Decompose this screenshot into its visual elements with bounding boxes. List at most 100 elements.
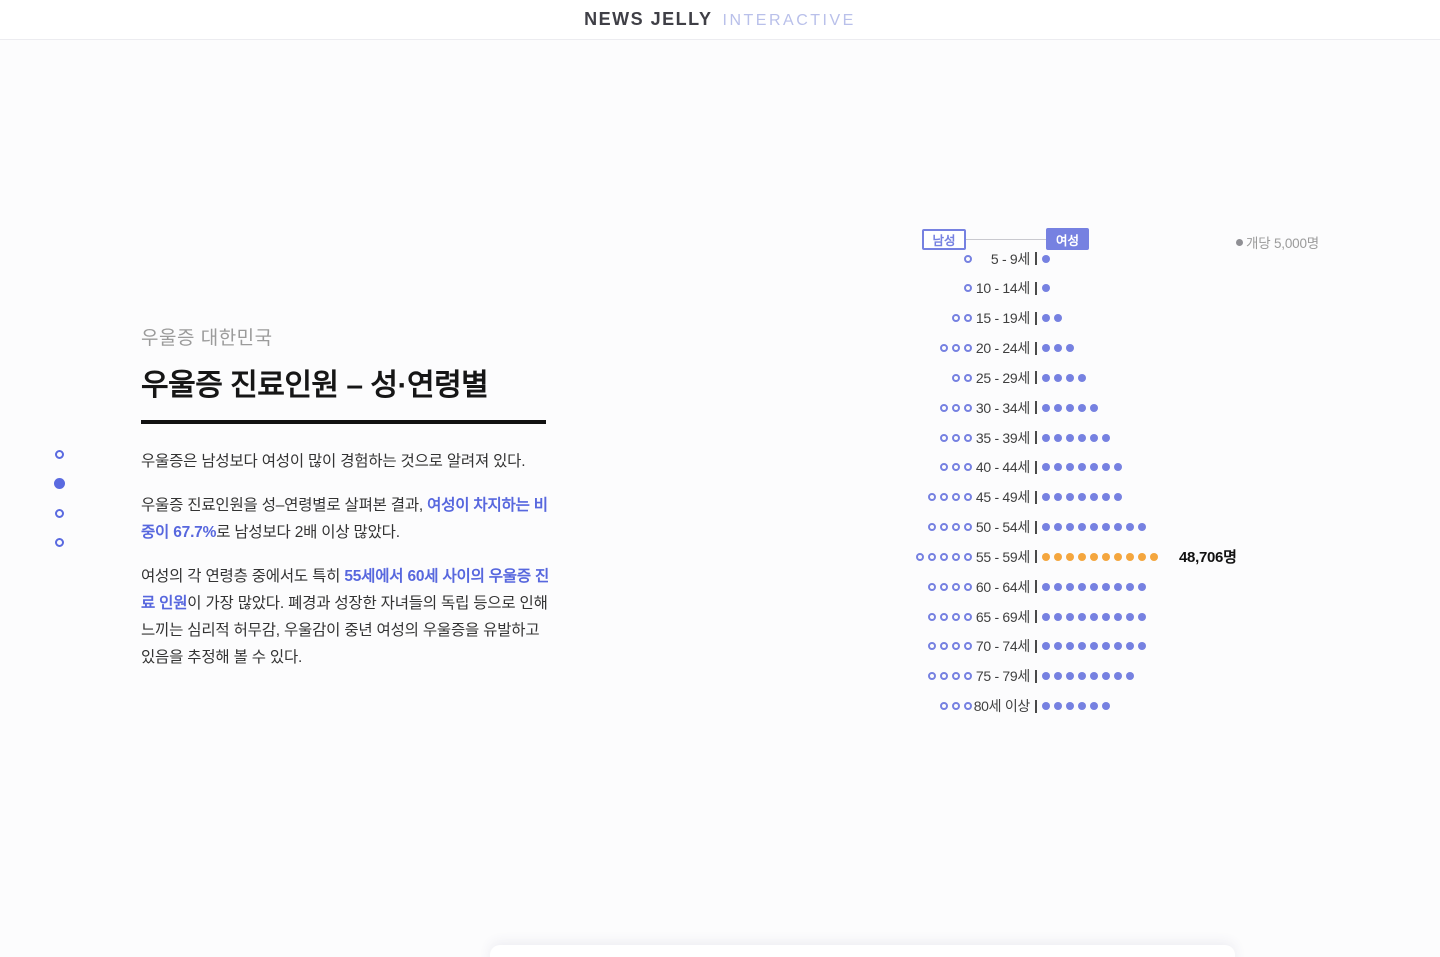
male-dot-icon bbox=[940, 553, 948, 561]
section-nav-item-3[interactable] bbox=[51, 499, 67, 528]
female-dots bbox=[1042, 344, 1074, 352]
female-dot-icon bbox=[1078, 523, 1086, 531]
age-label: 20 - 24세 bbox=[972, 338, 1030, 358]
female-dot-icon bbox=[1066, 404, 1074, 412]
male-dots bbox=[840, 255, 972, 263]
female-dot-icon bbox=[1042, 672, 1050, 680]
chart-row: 30 - 34세 bbox=[840, 393, 1400, 423]
female-dot-highlight-icon bbox=[1054, 553, 1062, 561]
row-tick-mark bbox=[1035, 521, 1037, 534]
row-tick bbox=[1030, 610, 1042, 623]
dot-chart: 남성 여성 개당 5,000명 5 - 9세10 - 14세15 - 19세20… bbox=[840, 224, 1400, 734]
chart-row: 70 - 74세 bbox=[840, 632, 1400, 662]
article-kicker: 우울증 대한민국 bbox=[141, 323, 556, 350]
female-dot-icon bbox=[1126, 613, 1134, 621]
chart-row: 25 - 29세 bbox=[840, 363, 1400, 393]
female-dot-icon bbox=[1042, 493, 1050, 501]
chart-row: 60 - 64세 bbox=[840, 572, 1400, 602]
male-dot-icon bbox=[952, 314, 960, 322]
age-label: 55 - 59세 bbox=[972, 547, 1030, 567]
section-nav-item-1[interactable] bbox=[51, 440, 67, 469]
male-dots bbox=[840, 314, 972, 322]
female-dot-icon bbox=[1042, 255, 1050, 263]
male-dot-icon bbox=[916, 553, 924, 561]
male-dot-icon bbox=[964, 314, 972, 322]
male-dot-icon bbox=[940, 583, 948, 591]
row-tick bbox=[1030, 282, 1042, 295]
male-dots bbox=[840, 463, 972, 471]
female-dot-icon bbox=[1054, 642, 1062, 650]
male-dot-icon bbox=[964, 613, 972, 621]
male-dots bbox=[840, 404, 972, 412]
male-dot-icon bbox=[940, 463, 948, 471]
female-dot-icon bbox=[1054, 434, 1062, 442]
female-dot-icon bbox=[1078, 374, 1086, 382]
male-dot-icon bbox=[964, 553, 972, 561]
male-dot-icon bbox=[940, 523, 948, 531]
female-dot-icon bbox=[1078, 613, 1086, 621]
female-dot-highlight-icon bbox=[1114, 553, 1122, 561]
section-nav-item-4[interactable] bbox=[51, 528, 67, 557]
row-tick bbox=[1030, 670, 1042, 683]
male-dot-icon bbox=[952, 672, 960, 680]
male-dot-icon bbox=[928, 642, 936, 650]
row-tick-mark bbox=[1035, 312, 1037, 325]
male-dot-icon bbox=[952, 434, 960, 442]
female-dot-icon bbox=[1090, 613, 1098, 621]
female-dot-icon bbox=[1114, 583, 1122, 591]
male-dot-icon bbox=[964, 284, 972, 292]
female-dot-icon bbox=[1126, 642, 1134, 650]
female-dot-icon bbox=[1078, 404, 1086, 412]
age-label: 30 - 34세 bbox=[972, 398, 1030, 418]
female-dots bbox=[1042, 255, 1050, 263]
chart-rows: 5 - 9세10 - 14세15 - 19세20 - 24세25 - 29세30… bbox=[840, 244, 1400, 722]
female-dot-highlight-icon bbox=[1066, 553, 1074, 561]
male-dot-icon bbox=[928, 493, 936, 501]
male-dot-icon bbox=[940, 404, 948, 412]
female-dot-icon bbox=[1042, 374, 1050, 382]
section-nav-item-2[interactable] bbox=[51, 469, 67, 498]
male-dots bbox=[840, 493, 972, 501]
male-dot-icon bbox=[952, 523, 960, 531]
nav-dot-icon bbox=[55, 450, 64, 459]
male-dots bbox=[840, 284, 972, 292]
female-dot-icon bbox=[1102, 672, 1110, 680]
row-tick bbox=[1030, 252, 1042, 265]
female-dot-highlight-icon bbox=[1150, 553, 1158, 561]
male-dot-icon bbox=[952, 702, 960, 710]
male-dot-icon bbox=[928, 672, 936, 680]
male-dot-icon bbox=[940, 613, 948, 621]
age-label: 40 - 44세 bbox=[972, 457, 1030, 477]
female-dot-icon bbox=[1090, 672, 1098, 680]
female-dot-icon bbox=[1126, 583, 1134, 591]
male-dot-icon bbox=[964, 344, 972, 352]
male-dot-icon bbox=[964, 583, 972, 591]
male-dot-icon bbox=[964, 404, 972, 412]
row-tick-mark bbox=[1035, 640, 1037, 653]
male-dot-icon bbox=[964, 702, 972, 710]
row-tick bbox=[1030, 640, 1042, 653]
row-tick bbox=[1030, 521, 1042, 534]
female-dot-highlight-icon bbox=[1042, 553, 1050, 561]
female-dot-icon bbox=[1042, 463, 1050, 471]
male-dot-icon bbox=[952, 463, 960, 471]
female-dot-icon bbox=[1102, 613, 1110, 621]
age-label: 50 - 54세 bbox=[972, 517, 1030, 537]
female-dot-highlight-icon bbox=[1078, 553, 1086, 561]
brand-logo[interactable]: NEWS JELLY INTERACTIVE bbox=[584, 9, 856, 30]
female-dot-icon bbox=[1042, 702, 1050, 710]
male-dot-icon bbox=[952, 553, 960, 561]
female-dot-icon bbox=[1090, 523, 1098, 531]
chart-row: 40 - 44세 bbox=[840, 453, 1400, 483]
age-label: 60 - 64세 bbox=[972, 577, 1030, 597]
female-dot-icon bbox=[1078, 642, 1086, 650]
paragraph-3: 여성의 각 연령층 중에서도 특히 55세에서 60세 사이의 우울증 진료 인… bbox=[141, 563, 556, 671]
female-dot-icon bbox=[1078, 434, 1086, 442]
row-tick-mark bbox=[1035, 282, 1037, 295]
male-dot-icon bbox=[940, 434, 948, 442]
row-tick-mark bbox=[1035, 461, 1037, 474]
male-dot-icon bbox=[940, 702, 948, 710]
female-dot-icon bbox=[1090, 404, 1098, 412]
chart-row: 65 - 69세 bbox=[840, 602, 1400, 632]
female-dot-icon bbox=[1114, 642, 1122, 650]
